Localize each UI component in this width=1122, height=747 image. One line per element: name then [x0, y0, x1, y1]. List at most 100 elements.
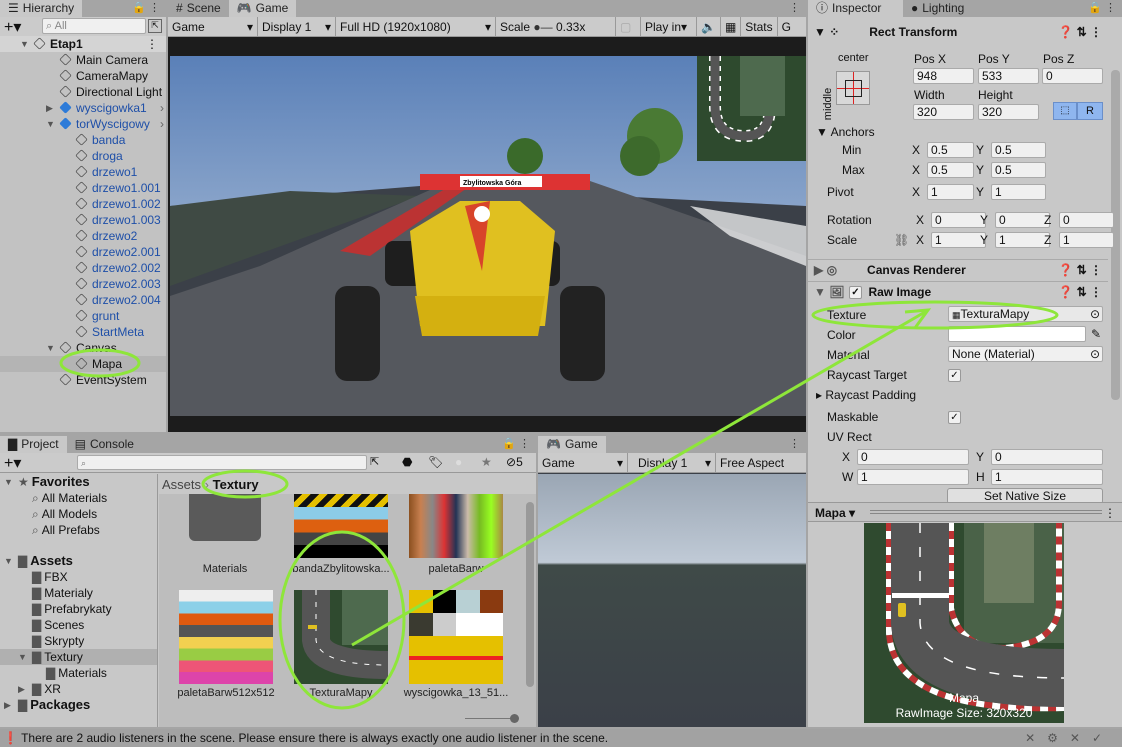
tab-lighting[interactable]: ● Lighting: [903, 0, 972, 17]
status-message[interactable]: There are 2 audio listeners in the scene…: [21, 731, 608, 745]
tab-game-2[interactable]: 🎮 Game: [538, 436, 606, 453]
add-button[interactable]: +▾: [0, 17, 25, 37]
project-tree-item[interactable]: ▇ Materialy: [0, 585, 157, 601]
component-menu-icons[interactable]: ❓ ⇅ ⋮: [1058, 22, 1102, 42]
create-button[interactable]: +▾: [0, 453, 25, 473]
eyedropper-icon[interactable]: ✎: [1091, 327, 1101, 341]
thumbnail-size-slider[interactable]: [465, 714, 519, 723]
favorite-star-icon[interactable]: ★: [481, 455, 492, 469]
hierarchy-item[interactable]: Main Camera: [0, 52, 166, 68]
hierarchy-item[interactable]: droga: [0, 148, 166, 164]
maskable-checkbox[interactable]: ✓: [948, 411, 961, 424]
project-tree-item[interactable]: ⌕ All Materials: [0, 490, 157, 506]
color-field[interactable]: [948, 326, 1086, 342]
wyscigowka-thumb[interactable]: [409, 590, 503, 684]
hierarchy-item[interactable]: drzewo2.001: [0, 244, 166, 260]
raw-image-header[interactable]: ▼ 🖼 ✓ Raw Image ❓ ⇅ ⋮: [808, 281, 1108, 301]
max-y-field[interactable]: 0.5: [991, 162, 1046, 178]
more-icon[interactable]: ⋮: [789, 1, 800, 14]
tab-hierarchy[interactable]: ☰ Hierarchy: [0, 0, 83, 17]
hierarchy-item[interactable]: Mapa: [0, 356, 166, 372]
foldout-arrow[interactable]: ▶: [46, 100, 53, 116]
filter-label-icon[interactable]: 🏷: [428, 455, 443, 469]
filter-type-icon[interactable]: ⬣: [402, 455, 412, 469]
project-tree-item[interactable]: ▇ Prefabrykaty: [0, 601, 157, 617]
pivot-y-field[interactable]: 1: [991, 184, 1046, 200]
canvas-renderer-header[interactable]: ▶ ◎ Canvas Renderer ❓ ⇅ ⋮: [808, 259, 1108, 279]
anchors-foldout[interactable]: ▼ Anchors: [816, 125, 875, 139]
game-mode-dropdown[interactable]: Game ▾: [538, 452, 628, 473]
material-field[interactable]: None (Material) ⊙: [948, 346, 1103, 362]
anchor-preset-button[interactable]: [836, 71, 870, 105]
hierarchy-item[interactable]: ▶ wyscigowka1 ›: [0, 100, 166, 116]
tab-project[interactable]: ▇ Project: [0, 436, 67, 453]
pos-y-field[interactable]: 533: [978, 68, 1039, 84]
rect-transform-header[interactable]: ▼ ⁘ Rect Transform ❓ ⇅ ⋮: [808, 22, 1108, 42]
component-menu-icons[interactable]: ❓ ⇅ ⋮: [1058, 260, 1102, 280]
raycast-target-checkbox[interactable]: ✓: [948, 369, 961, 382]
foldout-arrow[interactable]: ▶: [4, 697, 11, 713]
stats-button[interactable]: Stats: [741, 16, 778, 37]
breadcrumb-textury[interactable]: Textury: [213, 477, 259, 492]
paleta512-thumb[interactable]: [179, 590, 273, 684]
hierarchy-item[interactable]: drzewo2.002: [0, 260, 166, 276]
rot-z-field[interactable]: 0: [1059, 212, 1114, 228]
hierarchy-item[interactable]: CameraMapy: [0, 68, 166, 84]
hierarchy-search-input[interactable]: ⌕ All: [42, 18, 146, 34]
hierarchy-item[interactable]: drzewo1.001: [0, 180, 166, 196]
lock-icon[interactable]: 🔒 ⋮: [132, 1, 160, 14]
raw-image-enabled-checkbox[interactable]: ✓: [849, 286, 862, 299]
lock-icon[interactable]: 🔒 ⋮: [502, 437, 530, 450]
uv-x-field[interactable]: 0: [857, 449, 969, 465]
game-render[interactable]: Zbylitowska Góra: [170, 56, 806, 416]
hierarchy-item[interactable]: EventSystem: [0, 372, 166, 388]
foldout-arrow[interactable]: ▼: [18, 649, 27, 665]
hierarchy-item[interactable]: Directional Light: [0, 84, 166, 100]
banda-thumb[interactable]: [294, 494, 388, 558]
tab-inspector[interactable]: ⓘ Inspector: [808, 0, 903, 17]
hierarchy-item[interactable]: drzewo2.003: [0, 276, 166, 292]
preview-menu-icon[interactable]: ⋮: [1104, 506, 1116, 520]
preview-resize-handle[interactable]: [870, 510, 1102, 514]
game-mode-dropdown[interactable]: Game ▾: [168, 16, 258, 37]
foldout-arrow[interactable]: ▼: [4, 553, 13, 569]
materials-folder-thumb[interactable]: [189, 494, 261, 541]
resolution-dropdown[interactable]: Full HD (1920x1080) ▾: [336, 16, 496, 37]
project-tree-item[interactable]: ⌕ All Prefabs: [0, 522, 157, 538]
scale-slider[interactable]: Scale ●— 0.33x: [496, 16, 616, 37]
breadcrumb-assets[interactable]: Assets: [162, 477, 201, 492]
pos-x-field[interactable]: 948: [913, 68, 974, 84]
foldout-arrow[interactable]: ▼: [4, 474, 13, 490]
foldout-arrow[interactable]: ▼: [20, 36, 29, 52]
width-field[interactable]: 320: [913, 104, 974, 120]
grid-icon[interactable]: ▦: [721, 16, 742, 37]
filter-log-icon[interactable]: ●: [455, 455, 462, 469]
hierarchy-item[interactable]: grunt: [0, 308, 166, 324]
hierarchy-item[interactable]: banda: [0, 132, 166, 148]
hierarchy-item[interactable]: ▼ torWyscigowy ›: [0, 116, 166, 132]
project-tree-item[interactable]: ⌕ All Models: [0, 506, 157, 522]
project-tree-item[interactable]: ▇ FBX: [0, 569, 157, 585]
project-tree-item[interactable]: ▇ Materials: [0, 665, 157, 681]
blueprint-mode-button[interactable]: ⬚: [1053, 102, 1077, 120]
play-focus-dropdown[interactable]: Play in▾: [641, 16, 697, 37]
display-dropdown[interactable]: Display 1 ▾: [628, 452, 716, 473]
raw-edit-button[interactable]: R: [1077, 102, 1103, 120]
project-tree-item[interactable]: ▶ ▇ Packages: [0, 697, 157, 713]
project-tree-item[interactable]: ▼ ▇ Textury: [0, 649, 157, 665]
project-search-input[interactable]: ⌕: [77, 455, 367, 470]
foldout-arrow[interactable]: ▶: [18, 681, 25, 697]
tab-scene[interactable]: # Scene: [168, 0, 229, 17]
raycast-padding-foldout[interactable]: ▸ Raycast Padding: [816, 388, 916, 402]
project-tree-item[interactable]: ▶ ▇ XR: [0, 681, 157, 697]
gizmos-button[interactable]: G: [778, 17, 795, 37]
height-field[interactable]: 320: [978, 104, 1039, 120]
constrain-proportions-icon[interactable]: ⛓: [894, 233, 909, 247]
max-x-field[interactable]: 0.5: [927, 162, 974, 178]
display-dropdown[interactable]: Display 1 ▾: [258, 16, 336, 37]
frame-icon[interactable]: ▢: [616, 16, 641, 37]
project-tree-item[interactable]: ▼ ★ Favorites: [0, 474, 157, 490]
pos-z-field[interactable]: 0: [1042, 68, 1103, 84]
pivot-x-field[interactable]: 1: [927, 184, 974, 200]
preview-object-dropdown[interactable]: Mapa ▾: [815, 506, 855, 520]
